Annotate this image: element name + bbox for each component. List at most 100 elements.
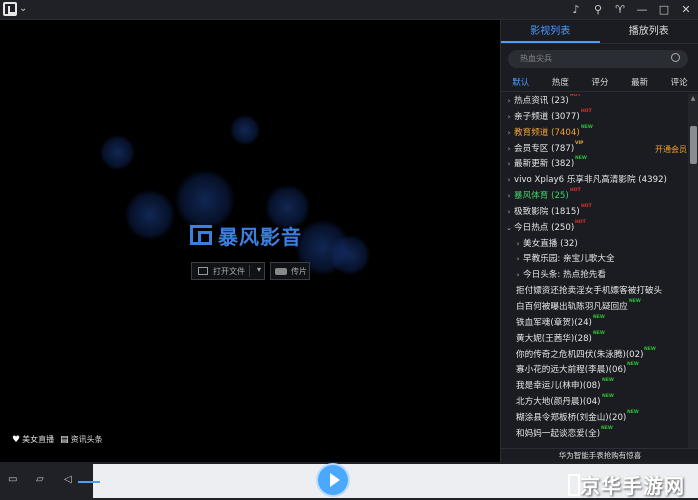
list-item[interactable]: 黄大妮(王茜华)(28) NEW: [501, 331, 687, 348]
chevron-right-icon[interactable]: ›: [504, 126, 514, 142]
bokeh-light: [330, 235, 370, 275]
list-item[interactable]: › 极致影院 (1815) HOT: [501, 203, 687, 221]
list-item[interactable]: › 最新更新 (382) NEW: [501, 156, 687, 173]
list-item[interactable]: › 今日头条: 热点抢先看: [501, 268, 687, 284]
list-item[interactable]: 和妈妈一起谈恋爱(全) NEW: [501, 426, 687, 443]
status-badge: NEW: [629, 298, 641, 304]
list-item-label: 暴风体育 (25): [514, 191, 569, 202]
list-item[interactable]: › 暴风体育 (25) HOT: [501, 188, 687, 205]
promo-banner[interactable]: 华为智能手表抢购有惊喜: [501, 448, 698, 462]
list-item[interactable]: 糊涂县令郑板桥(刘金山)(20) NEW: [501, 410, 687, 427]
list-item-label: 我是幸运儿(林申)(08): [516, 381, 601, 392]
list-item[interactable]: 你的传奇之危机四伏(朱泳腾)(02) NEW: [501, 347, 687, 364]
chevron-right-icon[interactable]: ›: [504, 110, 514, 126]
shirt-icon[interactable]: ♈: [614, 2, 626, 17]
video-area[interactable]: 暴风影音 打开文件 ▾ 传片 ♥ 美女直播 ▤ 资讯头条: [0, 20, 500, 462]
video-list: › 热点资讯 (23) HOT › 亲子频道 (3077) HOT › 教育频道 (7404)…: [501, 94, 687, 462]
open-file-label: 打开文件: [213, 266, 245, 276]
list-item-label: 糊涂县令郑板桥(刘金山)(20): [516, 412, 627, 423]
chevron-right-icon[interactable]: ›: [504, 173, 514, 189]
scroll-thumb[interactable]: [690, 126, 697, 164]
status-badge: HOT: [575, 219, 586, 225]
heart-icon: ♥: [12, 435, 21, 445]
filter-latest[interactable]: 最新: [620, 76, 660, 91]
list-item[interactable]: 我是幸运儿(林申)(08) NEW: [501, 378, 687, 395]
list-item[interactable]: 北方大地(颜丹晨)(04) NEW: [501, 394, 687, 411]
filter-comments[interactable]: 评论: [659, 76, 698, 91]
scroll-up-icon[interactable]: ▲: [688, 94, 698, 104]
status-badge: HOT: [570, 188, 581, 194]
tab-video-list[interactable]: 影视列表: [501, 20, 600, 43]
list-item-label: 你的传奇之危机四伏(朱泳腾)(02): [516, 349, 644, 360]
playlist-icon[interactable]: ▭: [8, 474, 17, 485]
minimize-icon[interactable]: —: [636, 2, 648, 17]
filter-tabs: 默认 热度 评分 最新 评论: [501, 76, 698, 92]
list-item[interactable]: › 早教乐园: 亲宝儿歌大全: [501, 252, 687, 268]
list-item-label: 会员专区 (787): [514, 143, 575, 154]
list-item-label: vivo Xplay6 乐享非凡高清影院 (4392): [514, 175, 667, 186]
volume-slider[interactable]: [78, 481, 100, 483]
chevron-right-icon[interactable]: ›: [504, 94, 514, 110]
list-item-label: 拒付嫖资还抢卖淫女手机嫖客被打破头: [516, 286, 663, 297]
chevron-right-icon[interactable]: ›: [513, 252, 523, 268]
app-logo-icon[interactable]: [3, 2, 17, 16]
list-item[interactable]: › 教育频道 (7404) NEW: [501, 125, 687, 142]
list-item-label: 极致影院 (1815): [514, 206, 580, 217]
chevron-right-icon[interactable]: ›: [513, 237, 523, 253]
list-item[interactable]: › 美女直播 (32): [501, 237, 687, 253]
chevron-right-icon[interactable]: ›: [513, 268, 523, 284]
title-bar: ⌄ ♪ ⚲ ♈ — □ ✕: [0, 0, 698, 20]
folder-icon[interactable]: ▱: [36, 474, 44, 485]
status-badge: HOT: [570, 94, 581, 98]
search-placeholder: 热血尖兵: [520, 54, 552, 63]
list-item[interactable]: › 亲子频道 (3077) HOT: [501, 109, 687, 126]
list-item[interactable]: 寡小花的远大前程(李晨)(06) NEW: [501, 362, 687, 379]
brand-name: 暴风影音: [218, 224, 302, 249]
volume-icon[interactable]: ◁: [64, 474, 72, 485]
list-item[interactable]: › vivo Xplay6 乐享非凡高清影院 (4392): [501, 173, 687, 189]
chevron-right-icon[interactable]: ›: [504, 142, 514, 158]
search-input[interactable]: 热血尖兵: [508, 50, 688, 68]
filter-rating[interactable]: 评分: [580, 76, 620, 91]
list-item-label: 最新更新 (382): [514, 159, 575, 170]
list-item[interactable]: › 会员专区 (787) VIP 开通会员: [501, 141, 687, 158]
open-file-button[interactable]: 打开文件 ▾: [191, 262, 265, 280]
status-badge: HOT: [581, 203, 592, 209]
scrollbar[interactable]: ▲ ▼: [688, 94, 698, 462]
chevron-right-icon[interactable]: ›: [504, 189, 514, 205]
filter-popularity[interactable]: 热度: [541, 76, 581, 91]
sidebar-tabs: 影视列表 播放列表: [501, 20, 698, 44]
filter-default[interactable]: 默认: [501, 76, 541, 91]
list-item-label: 今日头条: 热点抢先看: [523, 270, 606, 281]
chevron-right-icon[interactable]: ›: [504, 157, 514, 173]
play-icon[interactable]: [318, 465, 348, 495]
chevron-right-icon[interactable]: ›: [504, 205, 514, 221]
list-item[interactable]: 拒付嫖资还抢卖淫女手机嫖客被打破头: [501, 284, 687, 300]
pin-icon[interactable]: ⚲: [592, 2, 604, 17]
list-item[interactable]: › 热点资讯 (23) HOT: [501, 94, 687, 110]
watermark-logo-icon: [568, 474, 580, 496]
tab-playlist[interactable]: 播放列表: [600, 20, 698, 43]
link-news[interactable]: ▤ 资讯头条: [60, 434, 103, 445]
list-item-label: 今日热点 (250): [514, 222, 575, 233]
clip-button[interactable]: 传片: [270, 262, 310, 280]
chevron-down-icon[interactable]: ⌄: [19, 3, 27, 14]
list-item-label: 教育频道 (7404): [514, 127, 580, 138]
chevron-down-icon[interactable]: ▾: [257, 265, 261, 274]
search-icon[interactable]: [671, 53, 680, 62]
bell-icon[interactable]: ♪: [570, 2, 582, 17]
list-item-label: 早教乐园: 亲宝儿歌大全: [523, 254, 615, 265]
list-item-label: 铁血军魂(章贺)(24): [516, 317, 592, 328]
status-badge: NEW: [602, 394, 614, 400]
maximize-icon[interactable]: □: [658, 2, 670, 17]
window-controls: ♪ ⚲ ♈ — □ ✕: [570, 2, 692, 17]
list-item[interactable]: ⌄ 今日热点 (250) HOT: [501, 219, 687, 237]
close-icon[interactable]: ✕: [680, 2, 692, 17]
vip-link[interactable]: 开通会员: [655, 142, 687, 158]
list-item-label: 热点资讯 (23): [514, 96, 569, 106]
sidebar: 影视列表 播放列表 热血尖兵 默认 热度 评分 最新 评论 › 热点资讯 (23)…: [500, 20, 698, 462]
link-live[interactable]: ♥ 美女直播: [12, 434, 54, 445]
status-badge: NEW: [627, 362, 639, 368]
chevron-down-icon[interactable]: ⌄: [504, 221, 514, 237]
clip-label: 传片: [291, 266, 307, 276]
